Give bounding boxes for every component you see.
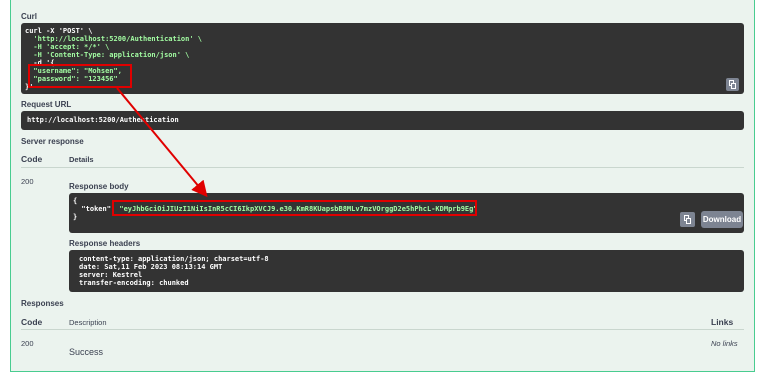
- arrow-line: [116, 87, 208, 198]
- red-arrow-annotation: [116, 87, 208, 198]
